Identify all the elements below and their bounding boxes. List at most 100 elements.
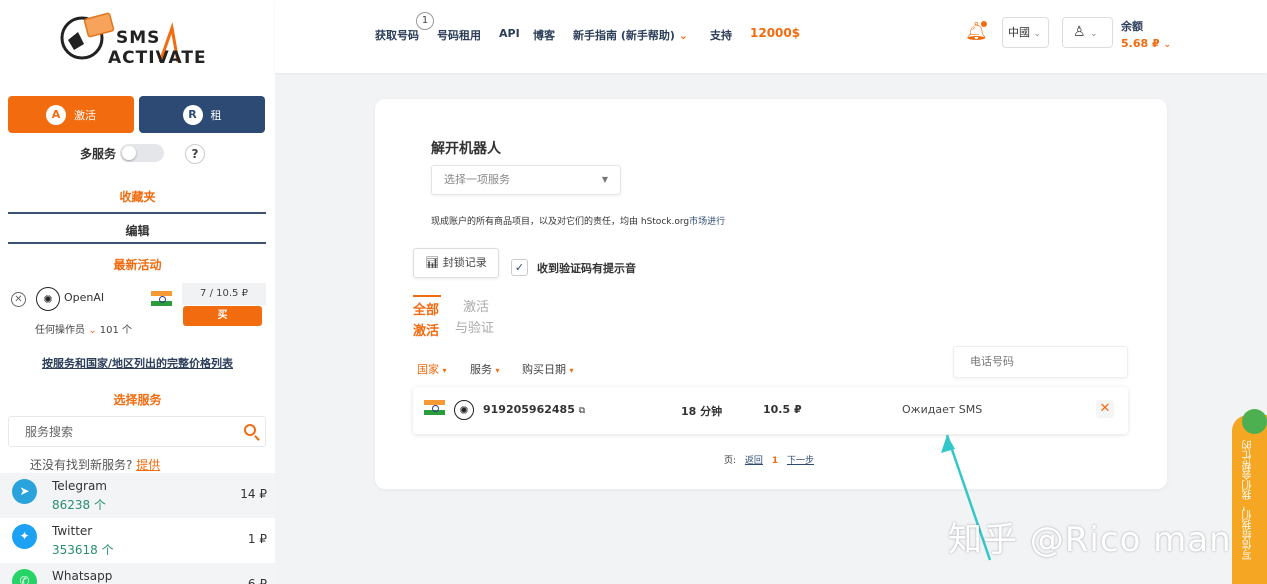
- activate-mode-button[interactable]: A 激活: [8, 96, 134, 133]
- tab-label: 激活: [413, 324, 440, 339]
- balance-value[interactable]: 5.68 ₽ ⌄: [1121, 37, 1171, 50]
- service-count: 86238 个: [52, 498, 106, 512]
- chevron-down-icon: ▾: [495, 366, 500, 375]
- help-button[interactable]: ?: [185, 144, 205, 164]
- choose-service-heading: 选择服务: [113, 393, 162, 407]
- blocked-log-label: 封锁记录: [442, 256, 487, 269]
- service-name: Telegram: [52, 479, 107, 493]
- tab-activation-verification[interactable]: 激活 与验证: [455, 297, 515, 339]
- multi-service-toggle[interactable]: [120, 144, 165, 162]
- buy-button[interactable]: 买: [183, 306, 262, 326]
- remove-activity-icon[interactable]: ✕: [11, 292, 26, 307]
- language-select[interactable]: 中國 ⌄: [1002, 17, 1049, 48]
- pager-back-link[interactable]: 返回: [745, 456, 763, 466]
- activity-service-name: OpenAI: [64, 291, 105, 304]
- user-menu-button[interactable]: ♙ ⌄: [1062, 17, 1113, 48]
- chevron-down-icon: ⌄: [1033, 29, 1042, 39]
- service-select[interactable]: 选择一项服务 ▼: [431, 165, 621, 195]
- nav-badge: 1: [416, 12, 434, 30]
- activation-price: 10.5 ₽: [763, 403, 802, 416]
- language-label: 中國: [1008, 26, 1030, 39]
- india-flag-icon: [424, 400, 445, 415]
- divider: [8, 242, 266, 244]
- activate-icon: A: [46, 104, 66, 125]
- service-item-telegram[interactable]: ➤ Telegram 86238 个 14 ₽: [0, 473, 275, 518]
- rent-mode-label: 租: [210, 108, 222, 122]
- bar-chart-icon: 📊︎: [425, 256, 440, 269]
- chevron-down-icon: ⌄: [88, 325, 97, 336]
- latest-activity-heading: 最新活动: [113, 258, 162, 272]
- top-navigation: 获取号码 1 号码租用 API 博客 新手指南 (新手帮助) ⌄ 支持 1200…: [275, 0, 1267, 73]
- cancel-activation-button[interactable]: ✕: [1096, 400, 1114, 418]
- operator-selector[interactable]: 任何操作员 ⌄ 101 个: [35, 321, 132, 336]
- chevron-down-icon: ▾: [442, 366, 447, 375]
- copy-icon[interactable]: ⧉: [579, 406, 585, 416]
- favorites-link[interactable]: 收藏夹: [0, 188, 275, 205]
- nav-guide[interactable]: 新手指南 (新手帮助) ⌄: [573, 27, 688, 43]
- price-list-link[interactable]: 按服务和国家/地区列出的完整价格列表: [0, 355, 275, 371]
- tab-label: 激活: [463, 300, 490, 315]
- activation-row: ✺ 919205962485 ⧉ 18 分钟 10.5 ₽ Ожидает SM…: [413, 387, 1128, 434]
- market-notice: 现成账户的所有商品项目，以及对它们的责任，均由 hStock.org市场进行: [431, 214, 725, 227]
- nav-api[interactable]: API: [499, 27, 520, 40]
- tab-label: 全部: [413, 303, 440, 318]
- rent-mode-button[interactable]: R 租: [139, 96, 265, 133]
- phone-number-input[interactable]: 电话号码: [953, 346, 1128, 378]
- activation-status: Ожидает SMS: [902, 403, 983, 416]
- telegram-icon: ➤: [12, 479, 37, 504]
- operator-label: 任何操作员: [35, 325, 85, 336]
- user-icon: ♙: [1073, 24, 1086, 40]
- contact-us-text: 写信给我们，我们会帮忙的: [1243, 440, 1254, 560]
- activate-mode-label: 激活: [74, 108, 96, 122]
- nav-support[interactable]: 支持: [710, 27, 732, 43]
- search-icon[interactable]: [244, 424, 256, 436]
- logo-text: SMS ACTIVATE: [108, 28, 207, 68]
- pager-next-link[interactable]: 下一步: [787, 456, 814, 466]
- balance-amount: 5.68 ₽: [1121, 37, 1160, 50]
- phone-number[interactable]: 919205962485 ⧉: [483, 403, 585, 416]
- market-link[interactable]: 市场进行: [689, 217, 725, 227]
- chevron-down-icon: ⌄: [1163, 40, 1172, 50]
- service-item-whatsapp[interactable]: ✆ Whatsapp 6 ₽: [0, 563, 275, 584]
- chevron-down-icon: ⌄: [1090, 29, 1098, 39]
- blocked-log-button[interactable]: 📊︎ 封锁记录: [413, 248, 499, 278]
- nav-blog[interactable]: 博客: [533, 27, 555, 43]
- suggest-service-link[interactable]: 提供: [136, 458, 160, 472]
- tab-all-activations[interactable]: 全部 激活: [413, 295, 441, 341]
- activity-count: 101 个: [99, 325, 133, 336]
- filter-service[interactable]: 服务 ▾: [470, 361, 500, 377]
- openai-icon: ✺: [454, 400, 474, 420]
- edit-link[interactable]: 编辑: [0, 222, 275, 239]
- pager-label: 页:: [724, 456, 737, 466]
- notice-text: 现成账户的所有商品项目，以及对它们的责任，均由 hStock.org: [431, 217, 690, 227]
- nav-bonus[interactable]: 12000$: [750, 26, 800, 40]
- nav-rent-number[interactable]: 号码租用: [437, 27, 481, 43]
- logo-line-2: ACTIVATE: [108, 48, 207, 68]
- filter-label: 国家: [417, 363, 439, 376]
- multi-service-label: 多服务: [80, 146, 117, 161]
- nav-guide-label: 新手指南 (新手帮助): [573, 29, 675, 42]
- sound-checkbox[interactable]: ✓: [511, 259, 528, 276]
- sidebar: SMS ACTIVATE A 激活 R 租 多服务 ? 收藏夹 编辑 最新活动 …: [0, 0, 275, 584]
- tab-label: 与验证: [455, 321, 495, 336]
- multi-service-row: 多服务: [80, 144, 165, 162]
- nav-get-number[interactable]: 获取号码: [375, 27, 419, 43]
- rent-icon: R: [182, 104, 203, 125]
- service-search-input[interactable]: 服务搜索: [8, 416, 266, 447]
- service-count: 353618 个: [52, 543, 114, 557]
- notification-bell-icon[interactable]: 🔔︎: [965, 21, 988, 42]
- pager-current-page[interactable]: 1: [772, 456, 778, 466]
- openai-icon: ✺: [36, 287, 60, 311]
- filter-purchase-date[interactable]: 购买日期 ▾: [522, 361, 574, 377]
- remaining-time: 18 分钟: [681, 405, 723, 418]
- service-price: 6 ₽: [247, 577, 267, 584]
- sms-activate-logo[interactable]: SMS ACTIVATE: [60, 10, 220, 72]
- activity-count-price: 7 / 10.5 ₽: [182, 283, 266, 305]
- service-item-twitter[interactable]: ✦ Twitter 353618 个 1 ₽: [0, 518, 275, 563]
- sound-checkbox-label: 收到验证码有提示音: [537, 262, 636, 275]
- india-flag-icon: [151, 291, 172, 306]
- service-price: 1 ₽: [247, 532, 267, 546]
- filter-country[interactable]: 国家 ▾: [417, 361, 447, 377]
- logo-line-1: SMS: [116, 28, 161, 48]
- whatsapp-icon: ✆: [12, 569, 37, 584]
